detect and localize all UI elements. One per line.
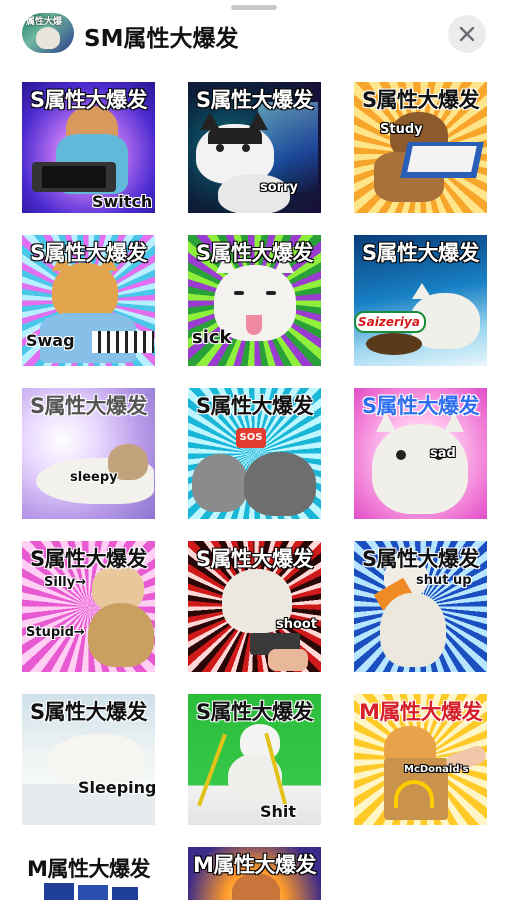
sticker-caption: S属性大爆发 — [29, 700, 148, 724]
sticker-caption: S属性大爆发 — [195, 700, 314, 724]
sticker-label: shoot — [276, 617, 318, 632]
sticker-caption: S属性大爆发 — [29, 547, 148, 571]
sticker-mcdonalds[interactable]: M属性大爆发 McDonald's — [354, 694, 487, 825]
sticker-label: Switch — [92, 192, 153, 211]
pack-title: SM属性大爆发 — [84, 26, 239, 52]
close-icon — [459, 26, 475, 42]
sticker-label: Study — [380, 122, 423, 137]
sticker-label: Sleeping — [78, 778, 155, 797]
sticker-sleeping[interactable]: S属性大爆发 Sleeping — [22, 694, 155, 825]
sticker-label: shut up — [416, 573, 472, 588]
sticker-shit[interactable]: S属性大爆发 Shit — [188, 694, 321, 825]
sticker-caption: S属性大爆发 — [361, 241, 480, 265]
sticker-label: sorry — [260, 180, 298, 195]
sticker-caption: S属性大爆发 — [361, 547, 480, 571]
sticker-shut-up[interactable]: S属性大爆发 shut up — [354, 541, 487, 672]
pack-avatar-text: 属性大爆 — [26, 17, 63, 27]
sticker-m-1[interactable]: M属性大爆发 — [22, 847, 155, 900]
sticker-caption: S属性大爆发 — [195, 394, 314, 418]
sticker-label: McDonald's — [404, 764, 469, 775]
sticker-caption: S属性大爆发 — [361, 88, 480, 112]
sticker-sick[interactable]: S属性大爆发 sick — [188, 235, 321, 366]
sticker-saizeriya[interactable]: S属性大爆发 Saizeriya — [354, 235, 487, 366]
sticker-label: sad — [430, 446, 456, 461]
sticker-sad[interactable]: S属性大爆发 sad — [354, 388, 487, 519]
sticker-label-2: Stupid→ — [26, 625, 85, 640]
sticker-caption: S属性大爆发 — [29, 394, 148, 418]
sticker-sos[interactable]: SOS S属性大爆发 — [188, 388, 321, 519]
sticker-label: Shit — [260, 802, 297, 821]
sticker-label: Silly→ — [44, 575, 87, 590]
pack-avatar: 属性大爆 — [22, 13, 74, 53]
close-button[interactable] — [448, 15, 486, 53]
sticker-caption: M属性大爆发 — [359, 700, 482, 724]
sticker-label: sick — [192, 327, 232, 348]
sticker-caption: M属性大爆发 — [193, 853, 316, 877]
sticker-silly-stupid[interactable]: S属性大爆发 Silly→ Stupid→ — [22, 541, 155, 672]
sticker-label: Swag — [26, 331, 75, 350]
sticker-caption: S属性大爆发 — [29, 241, 148, 265]
sticker-pack-sheet: 属性大爆 SM属性大爆发 S属性大爆发 Switch S属性大爆发 sorry … — [0, 0, 507, 900]
sticker-sorry[interactable]: S属性大爆发 sorry — [188, 82, 321, 213]
sticker-label: sleepy — [70, 470, 118, 485]
sticker-shoot[interactable]: S属性大爆发 shoot — [188, 541, 321, 672]
sticker-swag[interactable]: S属性大爆发 Swag — [22, 235, 155, 366]
sticker-switch[interactable]: S属性大爆发 Switch — [22, 82, 155, 213]
sticker-caption: S属性大爆发 — [195, 547, 314, 571]
sticker-caption: S属性大爆发 — [29, 88, 148, 112]
sticker-sleepy[interactable]: S属性大爆发 sleepy — [22, 388, 155, 519]
sticker-m-2[interactable]: M属性大爆发 — [188, 847, 321, 900]
pack-header: 属性大爆 SM属性大爆发 — [0, 0, 507, 62]
sticker-caption: S属性大爆发 — [195, 88, 314, 112]
sticker-study[interactable]: S属性大爆发 Study — [354, 82, 487, 213]
sticker-caption: S属性大爆发 — [361, 394, 480, 418]
sticker-label: Saizeriya — [358, 315, 420, 329]
sticker-caption: S属性大爆发 — [195, 241, 314, 265]
sos-badge: SOS — [236, 428, 266, 448]
sticker-caption: M属性大爆发 — [27, 857, 150, 881]
